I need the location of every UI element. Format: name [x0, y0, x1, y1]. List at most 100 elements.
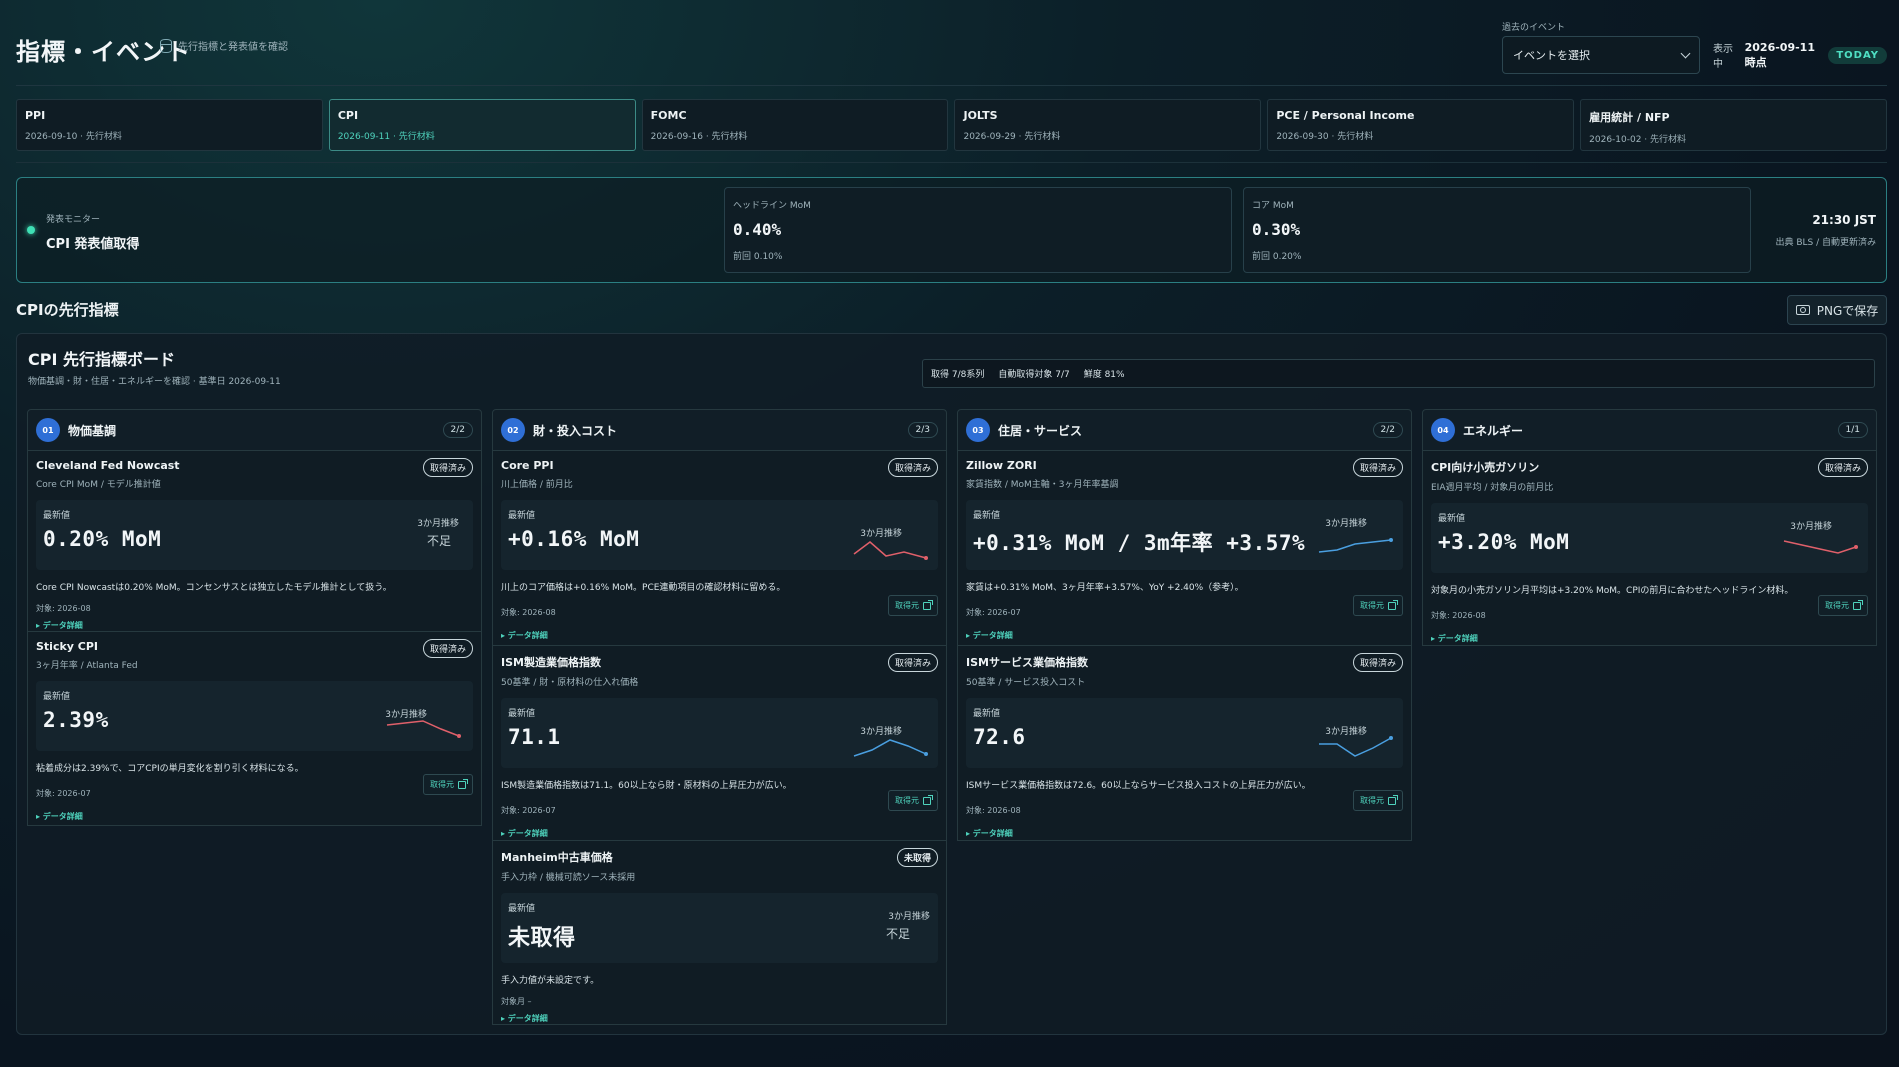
sparkline-line [1783, 540, 1857, 554]
stat-fetched: 取得 7/8系列 [931, 370, 985, 380]
column-header: 03 住居・サービス 2/2 [957, 409, 1412, 451]
target-month: 対象: 2026-08 [1431, 611, 1486, 620]
data-detail-toggle[interactable]: ▸ データ詳細 [36, 811, 473, 822]
tab-name: 雇用統計 / NFP [1589, 111, 1670, 124]
indicator-card: Manheim中古車価格 手入力枠 / 機械可読ソース未採用 未取得 最新値 未… [492, 841, 947, 1025]
indicator-desc: ISM製造業価格指数は71.1。60以上なら財・原材料の上昇圧力が広い。 [501, 781, 792, 791]
indicator-sub: Core CPI MoM / モデル推計値 [36, 480, 161, 490]
indicator-card: Cleveland Fed Nowcast Core CPI MoM / モデル… [27, 451, 482, 632]
tab-fomc[interactable]: FOMC 2026-09-16 · 先行材料 [641, 99, 949, 151]
indicator-name: Sticky CPI [36, 640, 99, 653]
target-month: 対象: 2026-07 [36, 789, 91, 798]
stat-freshness: 鮮度 81% [1083, 370, 1125, 380]
source-link-button[interactable]: 取得元 [423, 774, 473, 795]
sparkline-end-point [1854, 545, 1858, 549]
release-time: 21:30 JST 出典 BLS / 自動更新済み [1775, 213, 1876, 248]
column-number: 01 [36, 418, 60, 442]
source-label: 取得元 [1360, 601, 1384, 610]
past-events-select[interactable]: イベントを選択 [1502, 36, 1700, 74]
latest-value: 0.20% MoM [43, 527, 162, 551]
source-link-button[interactable]: 取得元 [1353, 790, 1403, 811]
sparkline-line [1318, 539, 1392, 553]
data-detail-toggle[interactable]: ▸ データ詳細 [36, 620, 473, 631]
latest-value: 未取得 [508, 926, 576, 951]
column-housing-services: 03 住居・サービス 2/2 Zillow ZORI 家賃指数 / MoM主軸・… [957, 409, 1412, 841]
source-link-button[interactable]: 取得元 [888, 595, 938, 616]
trend-label: 3か月推移 [417, 519, 459, 529]
column-price-trend: 01 物価基調 2/2 Cleveland Fed Nowcast Core C… [27, 409, 482, 826]
indicator-desc: 手入力値が未設定です。 [501, 976, 600, 986]
tab-name: PCE / Personal Income [1276, 109, 1415, 122]
indicator-name: ISMサービス業価格指数 [966, 656, 1088, 669]
source-link-button[interactable]: 取得元 [1818, 595, 1868, 616]
tab-ppi[interactable]: PPI 2026-09-10 · 先行材料 [16, 99, 323, 151]
tab-meta: 2026-09-16 · 先行材料 [650, 132, 748, 142]
indicator-card: Zillow ZORI 家賃指数 / MoM主軸・3ヶ月年率基調 取得済み 最新… [957, 451, 1412, 646]
sparkline-end-point [1389, 538, 1393, 542]
tab-cpi[interactable]: CPI 2026-09-11 · 先行材料 [328, 99, 636, 151]
today-badge[interactable]: TODAY [1828, 46, 1887, 64]
column-name: 住居・サービス [998, 423, 1083, 438]
trend-label: 3か月推移 [888, 912, 930, 922]
data-detail-toggle[interactable]: ▸ データ詳細 [966, 828, 1403, 839]
value-box: 最新値 未取得 3か月推移 不足 [501, 893, 938, 963]
tab-jolts[interactable]: JOLTS 2026-09-29 · 先行材料 [954, 99, 1262, 151]
indicator-desc: 粘着成分は2.39%で、コアCPIの単月変化を割り引く材料になる。 [36, 764, 304, 774]
indicator-card: ISMサービス業価格指数 50基準 / サービス投入コスト 取得済み 最新値 7… [957, 646, 1412, 841]
tab-meta: 2026-09-11 · 先行材料 [337, 132, 435, 142]
camera-icon [1795, 305, 1810, 315]
indicator-name: Zillow ZORI [966, 459, 1037, 472]
source-label: 取得元 [895, 796, 919, 805]
core-value: 0.30% [1252, 220, 1301, 239]
headline-mom-box: ヘッドライン MoM 0.40% 前回 0.10% [724, 187, 1232, 273]
trend-label: 3か月推移 [1790, 522, 1832, 532]
column-energy: 04 エネルギー 1/1 CPI向け小売ガソリン EIA週月平均 / 対象月の前… [1422, 409, 1877, 646]
status-badge: 未取得 [896, 848, 938, 867]
tab-nfp[interactable]: 雇用統計 / NFP 2026-10-02 · 先行材料 [1580, 99, 1887, 151]
data-detail-toggle[interactable]: ▸ データ詳細 [501, 630, 938, 641]
showing-date: 2026-09-11 時点 [1744, 40, 1815, 69]
chevron-down-icon [1680, 48, 1691, 58]
data-detail-toggle[interactable]: ▸ データ詳細 [501, 828, 938, 839]
external-link-icon [1388, 794, 1398, 805]
source-link-button[interactable]: 取得元 [888, 790, 938, 811]
indicator-sub: 手入力枠 / 機械可読ソース未採用 [501, 873, 636, 883]
column-name: 財・投入コスト [533, 423, 618, 438]
trend-insufficient: 不足 [885, 927, 910, 941]
core-prev: 前回 0.20% [1252, 252, 1302, 262]
column-header: 02 財・投入コスト 2/3 [492, 409, 947, 451]
indicator-sub: 家賃指数 / MoM主軸・3ヶ月年率基調 [966, 480, 1119, 490]
showing-label: 表示中 [1713, 44, 1733, 70]
value-box: 最新値 +0.16% MoM 3か月推移 [501, 500, 938, 570]
sparkline-end-point [924, 556, 928, 560]
latest-label: 最新値 [43, 511, 71, 521]
data-detail-toggle[interactable]: ▸ データ詳細 [1431, 633, 1868, 644]
indicator-card: CPI向け小売ガソリン EIA週月平均 / 対象月の前月比 取得済み 最新値 +… [1422, 451, 1877, 646]
column-header: 01 物価基調 2/2 [27, 409, 482, 451]
data-detail-toggle[interactable]: ▸ データ詳細 [501, 1013, 938, 1024]
sparkline-line [1319, 737, 1392, 757]
source-link-button[interactable]: 取得元 [1353, 595, 1403, 616]
sparkline [853, 541, 928, 560]
tabs-divider [16, 162, 1887, 163]
target-month: 対象: 2026-08 [36, 604, 91, 613]
indicator-board: CPI 先行指標ボード 物価基調・財・住居・エネルギーを確認 · 基準日 202… [16, 333, 1887, 1035]
indicator-name: Manheim中古車価格 [501, 851, 613, 864]
save-png-button[interactable]: PNGで保存 [1787, 295, 1887, 325]
value-box: 最新値 0.20% MoM 3か月推移 不足 [36, 500, 473, 570]
section-title: CPIの先行指標 [16, 301, 119, 319]
core-mom-box: コア MoM 0.30% 前回 0.20% [1243, 187, 1751, 273]
sparkline-end-point [1389, 736, 1393, 740]
data-detail-toggle[interactable]: ▸ データ詳細 [966, 630, 1403, 641]
column-header: 04 エネルギー 1/1 [1422, 409, 1877, 451]
tab-meta: 2026-10-02 · 先行材料 [1589, 135, 1687, 145]
column-goods-input: 02 財・投入コスト 2/3 Core PPI 川上価格 / 前月比 取得済み … [492, 409, 947, 1025]
sparkline-line [853, 541, 927, 559]
headline-value: 0.40% [733, 220, 782, 239]
board-subtitle: 物価基調・財・住居・エネルギーを確認 · 基準日 2026-09-11 [28, 377, 281, 387]
indicator-sub: 3ヶ月年率 / Atlanta Fed [36, 661, 138, 671]
tab-name: JOLTS [963, 109, 998, 122]
tab-pce[interactable]: PCE / Personal Income 2026-09-30 · 先行材料 [1267, 99, 1575, 151]
trend-label: 3か月推移 [1325, 519, 1367, 529]
indicator-card: Core PPI 川上価格 / 前月比 取得済み 最新値 +0.16% MoM … [492, 451, 947, 646]
